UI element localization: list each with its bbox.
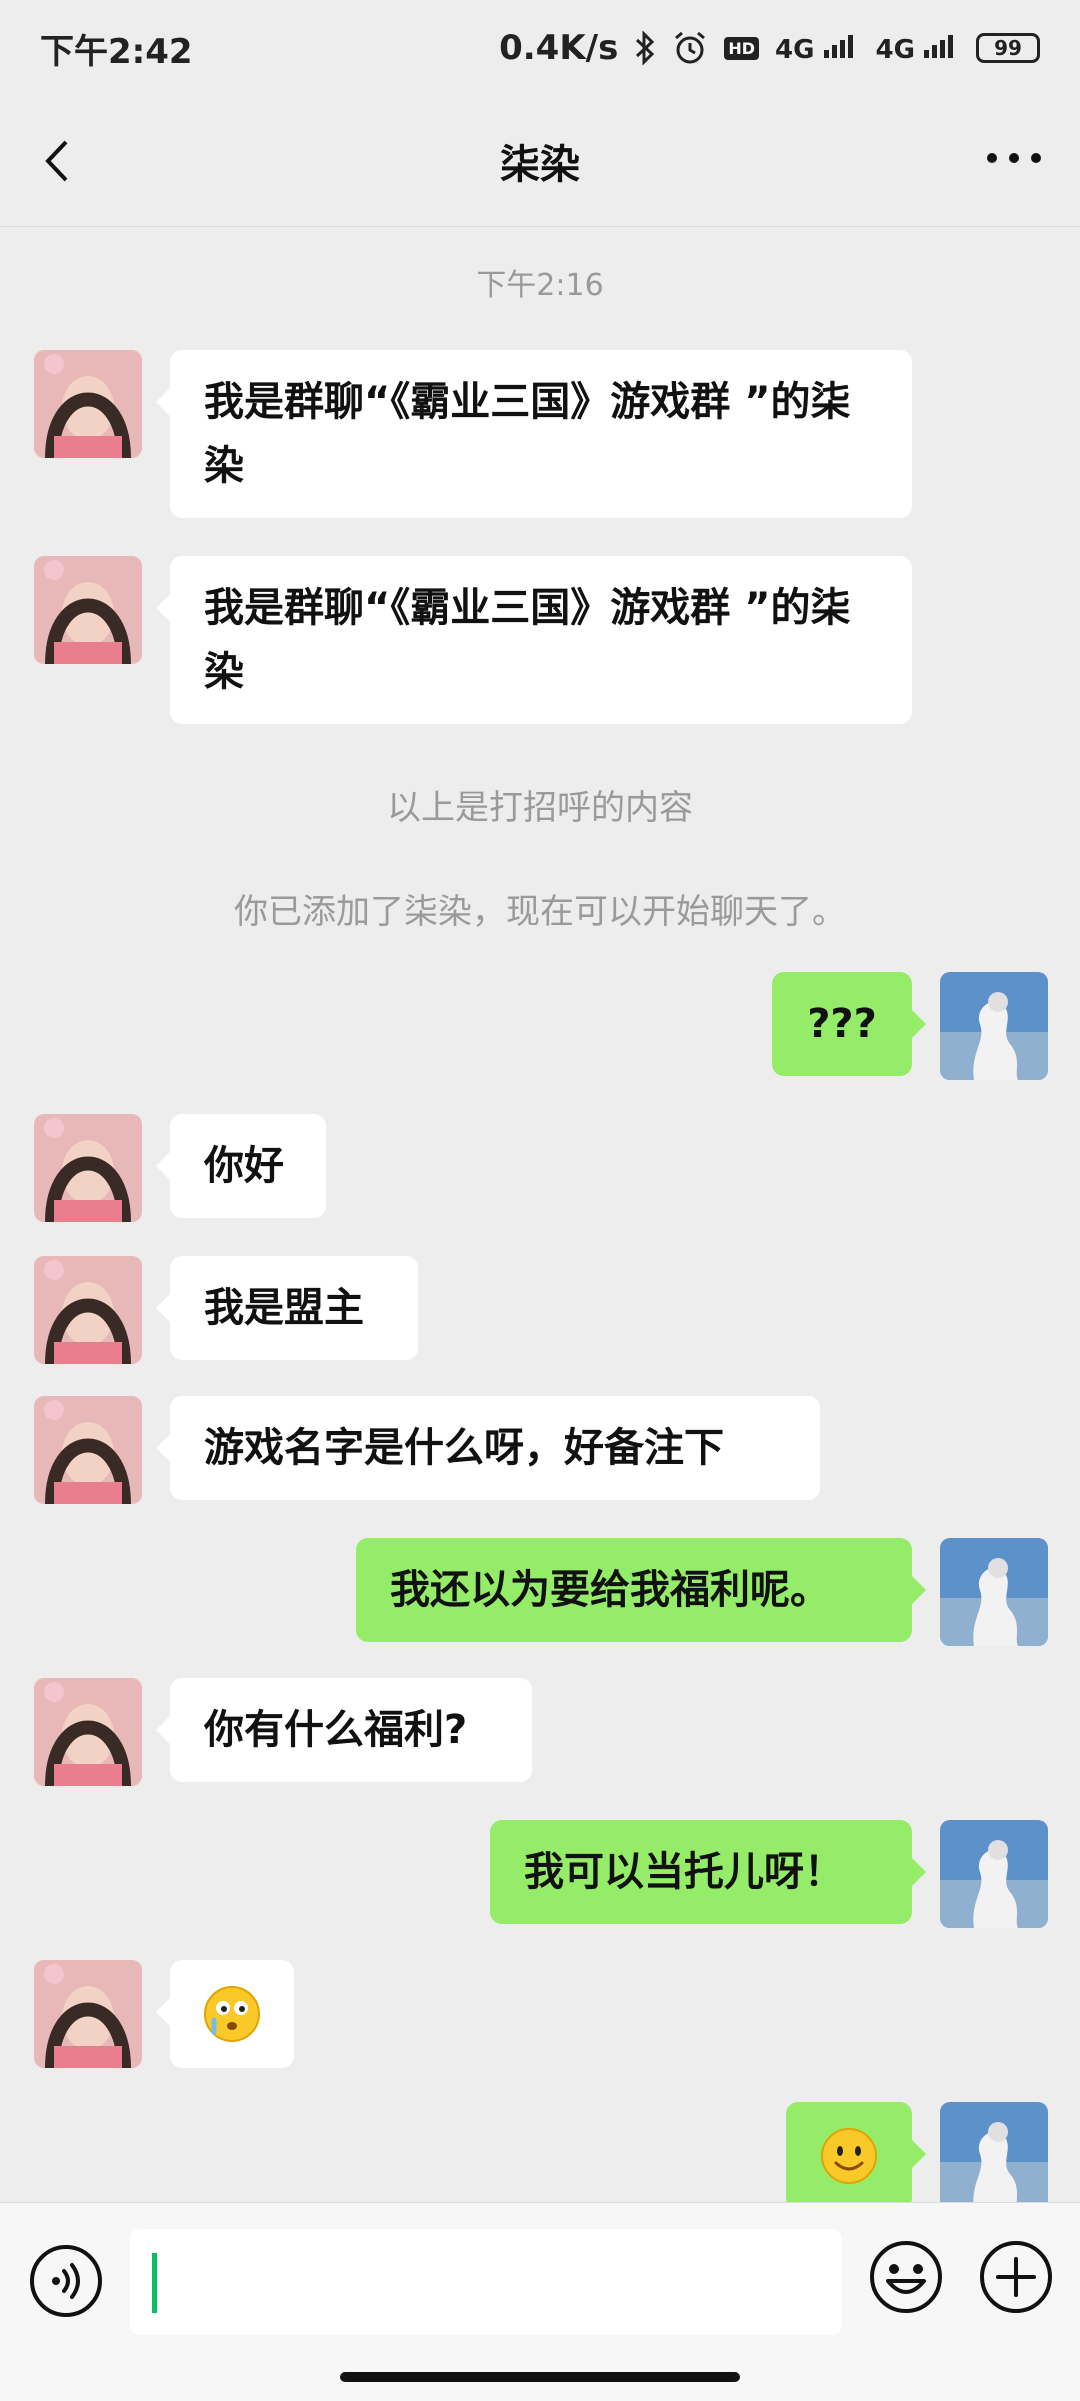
message-bubble[interactable]: 我是群聊“《霸业三国》游戏群 ”的柒染 — [156, 556, 912, 724]
home-indicator[interactable] — [340, 2372, 740, 2382]
network-speed: 0.4K/s — [499, 28, 619, 68]
system-message: 你已添加了柒染，现在可以开始聊天了。 — [234, 892, 846, 932]
status-bar: 下午2:42 0.4K/s HD 4G 4G 99 — [0, 0, 1080, 96]
signal-bars-icon — [924, 34, 953, 58]
message-bubble[interactable]: 我是群聊“《霸业三国》游戏群 ”的柒染 — [156, 350, 912, 518]
message-bubble[interactable]: 你有什么福利? — [156, 1678, 532, 1782]
message-bubble[interactable] — [156, 1960, 294, 2068]
contact-avatar[interactable] — [34, 1960, 142, 2068]
contact-avatar[interactable] — [34, 1256, 142, 1364]
status-time: 下午2:42 — [40, 31, 193, 72]
message-bubble[interactable]: ??? — [772, 972, 926, 1076]
message-bubble[interactable]: 你好 — [156, 1114, 326, 1218]
contact-avatar[interactable] — [34, 1114, 142, 1222]
back-arrow-icon[interactable] — [36, 136, 82, 186]
my-avatar[interactable] — [940, 2102, 1048, 2202]
my-avatar[interactable] — [940, 1538, 1048, 1646]
contact-avatar[interactable] — [34, 1678, 142, 1786]
message-input[interactable] — [130, 2229, 842, 2335]
system-message: 以上是打招呼的内容 — [387, 788, 693, 828]
my-avatar[interactable] — [940, 1820, 1048, 1928]
bluetooth-icon — [636, 30, 655, 66]
awkward-emoji-icon — [204, 1986, 260, 2042]
contact-avatar[interactable] — [34, 350, 142, 458]
smile-emoji-icon — [821, 2128, 877, 2184]
contact-avatar[interactable] — [34, 556, 142, 664]
voice-icon[interactable] — [28, 2243, 104, 2319]
message-bubble[interactable]: 游戏名字是什么呀，好备注下 — [156, 1396, 820, 1500]
contact-avatar[interactable] — [34, 1396, 142, 1504]
status-icons: 0.4K/s HD 4G 4G 99 — [499, 28, 1040, 68]
hd-badge: HD — [724, 36, 759, 60]
message-bubble[interactable]: 我是盟主 — [156, 1256, 418, 1360]
signal-4g-2: 4G — [876, 32, 961, 65]
text-caret — [152, 2253, 157, 2313]
chat-title: 柒染 — [500, 142, 580, 188]
message-timestamp: 下午2:16 — [476, 268, 604, 303]
message-bubble[interactable]: 我可以当托儿呀！ — [490, 1820, 926, 1924]
message-list[interactable]: 下午2:16 我是群聊“《霸业三国》游戏群 ”的柒染 我是群聊“《霸业三国》游戏… — [0, 226, 1080, 2202]
signal-4g-1: 4G — [775, 32, 860, 65]
chat-header: 柒染 — [0, 96, 1080, 227]
smiley-icon[interactable] — [868, 2239, 944, 2315]
battery-icon: 99 — [976, 33, 1040, 63]
message-bubble[interactable]: 我还以为要给我福利呢。 — [356, 1538, 926, 1642]
signal-bars-icon — [823, 34, 853, 58]
more-options-icon[interactable] — [984, 146, 1044, 170]
alarm-icon — [675, 31, 706, 64]
message-bubble[interactable] — [786, 2102, 926, 2202]
my-avatar[interactable] — [940, 972, 1048, 1080]
plus-icon[interactable] — [978, 2239, 1054, 2315]
